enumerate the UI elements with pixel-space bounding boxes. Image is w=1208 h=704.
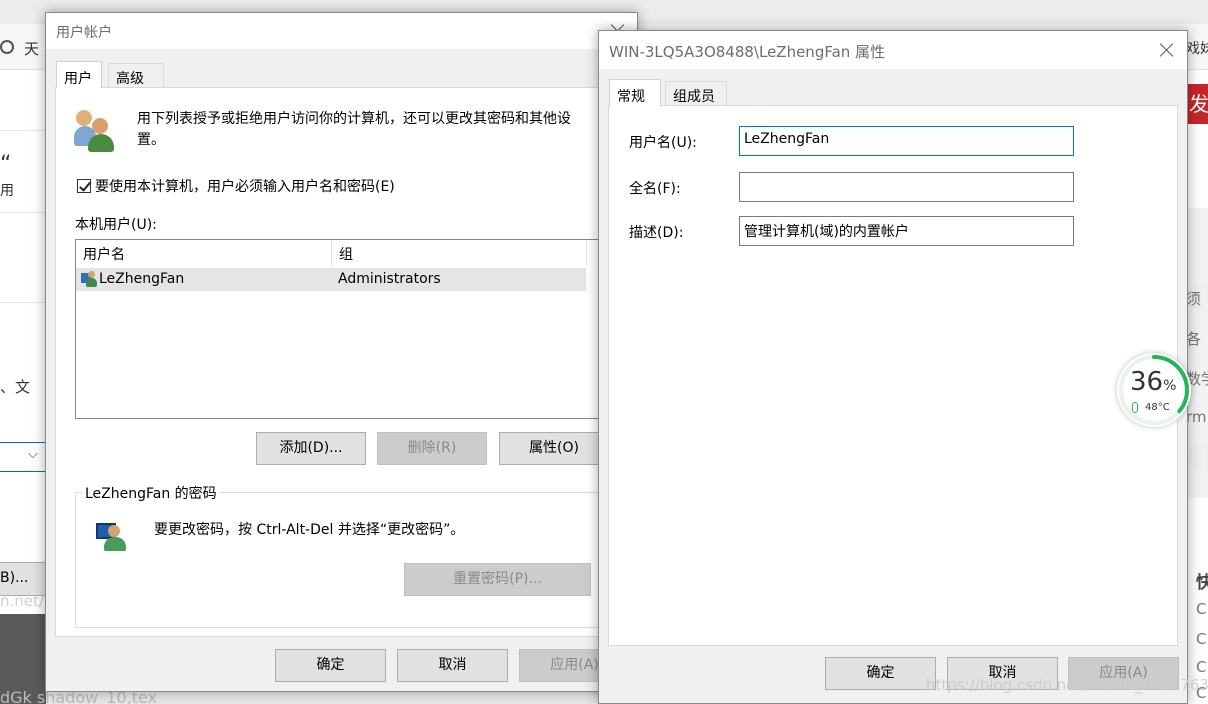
add-user-button[interactable]: 添加(D)... (256, 432, 366, 465)
left-divider (0, 130, 46, 131)
ok-button[interactable]: 确定 (825, 657, 936, 690)
right-fragment: 各 (1186, 330, 1202, 348)
left-fragment: 、文 (0, 378, 31, 396)
local-users-label: 本机用户(U): (75, 217, 157, 233)
user-icon (81, 270, 99, 288)
left-divider (0, 302, 46, 303)
user-accounts-dialog: 用户帐户 用户 高级 用下列表授予或拒绝用户访问你的计算机，还可以更改其密码和其… (45, 12, 645, 692)
cell-username: LeZhengFan (99, 271, 185, 287)
globe-icon (0, 40, 14, 54)
left-partial-button-label: B)... (0, 570, 29, 586)
password-group-title: LeZhengFan 的密码 (82, 483, 220, 503)
cpu-percent: 36% (1130, 367, 1177, 397)
tab-strip: 常规 组成员 (609, 79, 1169, 107)
dialog-title: WIN-3LQ5A3O8488\LeZhengFan 属性 (609, 43, 886, 61)
left-quote-glyph: “ (0, 152, 12, 177)
tab-strip: 用户 高级 (56, 61, 616, 89)
left-fragment: 用 (0, 183, 14, 199)
close-icon[interactable] (1157, 40, 1177, 60)
browser-right-tab-fragment[interactable]: 戏妹 (1186, 38, 1208, 58)
general-panel: 用户名(U): LeZhengFan 全名(F): 描述(D): 管理计算机(域… (608, 105, 1178, 646)
temperature-readout: 48°C (1145, 402, 1170, 413)
ok-button[interactable]: 确定 (275, 649, 386, 682)
titlebar: WIN-3LQ5A3O8488\LeZhengFan 属性 (599, 31, 1187, 69)
users-list[interactable]: 用户名 组 LeZhengFan Administrators (75, 239, 645, 419)
fullname-label: 全名(F): (629, 181, 681, 197)
right-fragment: 须 (1186, 290, 1202, 308)
dialog-title: 用户帐户 (56, 25, 112, 41)
right-fragment: C (1196, 630, 1207, 648)
left-dropdown[interactable]: ⌵ (0, 442, 46, 472)
description-text-tail: 置。 (137, 132, 165, 148)
titlebar: 用户帐户 (46, 13, 637, 49)
red-publish-button[interactable]: 发 (1186, 84, 1208, 124)
left-watermark-fragment: n.net/ (0, 592, 44, 610)
username-label: 用户名(U): (629, 135, 697, 151)
thermometer-icon (1132, 402, 1138, 413)
system-monitor-widget[interactable]: 36% 48°C (1117, 353, 1191, 427)
column-header-username[interactable]: 用户名 (76, 240, 332, 266)
chevron-down-icon: ⌵ (28, 447, 38, 462)
users-panel: 用下列表授予或拒绝用户访问你的计算机，还可以更改其密码和其他设 置。 要使用本计… (55, 87, 645, 637)
watermark-text: https://blog.csdn.net/weixin_44147632 (926, 676, 1208, 694)
tab-member-of[interactable]: 组成员 (665, 81, 727, 107)
right-fragment: C (1196, 600, 1207, 618)
column-header-group[interactable]: 组 (332, 240, 587, 266)
password-groupbox: LeZhengFan 的密码 要更改密码，按 Ctrl-Alt-Del 并选择“… (75, 483, 645, 628)
right-fragment: C (1196, 658, 1207, 676)
remove-user-button[interactable]: 删除(R) (377, 432, 487, 465)
right-header-fragment: 快 (1196, 573, 1208, 593)
tab-general[interactable]: 常规 (609, 79, 661, 106)
description-text: 用下列表授予或拒绝用户访问你的计算机，还可以更改其密码和其他设 (137, 111, 571, 127)
require-password-label[interactable]: 要使用本计算机，用户必须输入用户名和密码(E) (95, 176, 395, 196)
left-partial-button[interactable]: B)... (0, 562, 46, 596)
description-field[interactable]: 管理计算机(域)的内置帐户 (739, 216, 1074, 246)
username-field[interactable]: LeZhengFan (739, 126, 1074, 156)
user-key-icon (96, 519, 130, 553)
cancel-button[interactable]: 取消 (397, 649, 508, 682)
require-password-checkbox[interactable] (77, 179, 91, 193)
browser-tab-fragment[interactable]: 天 (24, 38, 39, 59)
password-hint-text: 要更改密码，按 Ctrl-Alt-Del 并选择“更改密码”。 (154, 522, 465, 538)
table-row[interactable]: LeZhengFan Administrators (76, 268, 586, 291)
cell-group: Administrators (338, 271, 441, 287)
fullname-field[interactable] (739, 172, 1074, 202)
left-divider (0, 212, 46, 213)
properties-button[interactable]: 属性(O) (499, 432, 609, 465)
user-properties-dialog: WIN-3LQ5A3O8488\LeZhengFan 属性 常规 组成员 用户名… (598, 30, 1188, 704)
description-label: 描述(D): (629, 225, 684, 241)
reset-password-button[interactable]: 重置密码(P)... (404, 563, 591, 596)
users-icon (74, 108, 118, 152)
tab-users[interactable]: 用户 (56, 61, 102, 88)
tab-advanced[interactable]: 高级 (108, 63, 164, 89)
